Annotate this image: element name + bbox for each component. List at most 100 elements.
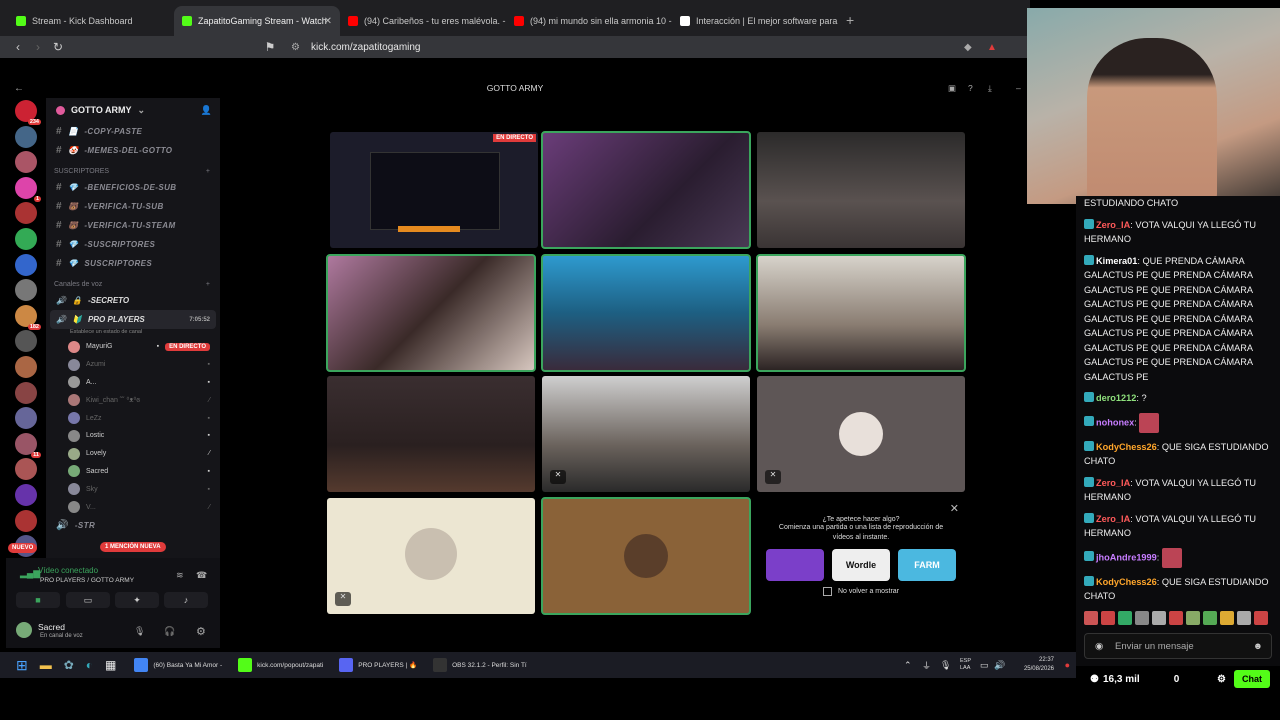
network-icon[interactable]: ▭ — [980, 660, 989, 671]
emote-icon[interactable] — [1237, 611, 1251, 625]
channel-item[interactable]: 🔊 -STR — [46, 516, 220, 535]
emote-icon[interactable] — [1084, 611, 1098, 625]
emote-icon[interactable] — [1135, 611, 1149, 625]
browser-tab[interactable]: Stream - Kick Dashboard — [8, 6, 174, 36]
mic-icon[interactable]: 🎙 — [134, 626, 145, 637]
server-icon[interactable] — [15, 355, 37, 378]
browser-tab[interactable]: ZapatitoGaming Stream - Watch ✕ — [174, 6, 340, 36]
server-icon[interactable]: 1 — [15, 176, 41, 202]
server-icon[interactable] — [15, 407, 37, 430]
voice-user[interactable]: V... ⁄ — [46, 498, 220, 516]
checkbox[interactable] — [822, 587, 832, 596]
video-tile-avatar[interactable] — [541, 497, 751, 615]
server-icon[interactable] — [15, 227, 37, 250]
settings-icon[interactable]: ⚙ — [196, 625, 206, 638]
video-tile[interactable] — [757, 132, 965, 248]
voice-user[interactable]: Kiwi_chan ˜˘ ⁰ᴥ⁰ɞ ⁄ — [46, 391, 220, 409]
channel-item[interactable]: # 🐻 -VERIFICA-TU-SUB — [46, 197, 220, 216]
emote-icon[interactable] — [1220, 611, 1234, 625]
server-icon[interactable]: 234 — [15, 100, 41, 125]
server-icon[interactable] — [15, 381, 37, 404]
channel-item[interactable]: # 🤡 -MEMES-DEL-GOTTO — [46, 141, 220, 160]
server-icon[interactable] — [15, 125, 37, 148]
video-tile-avatar[interactable]: ✕ — [327, 498, 535, 614]
channel-item[interactable]: # 💎 SUSCRIPTORES — [46, 254, 220, 273]
language-indicator[interactable]: ESP LAA — [960, 658, 971, 672]
activity-tile[interactable]: FARM — [898, 549, 956, 581]
server-icon[interactable] — [15, 279, 37, 302]
server-icon[interactable]: 182 — [15, 304, 41, 330]
settings-icon[interactable]: ⚙ — [1217, 674, 1226, 685]
headphones-icon[interactable]: 🎧 — [164, 626, 175, 637]
store-icon[interactable]: ▦ — [105, 658, 116, 672]
edge-icon[interactable]: ◐ — [86, 658, 93, 672]
screen-share-button[interactable]: ▭ — [66, 592, 110, 608]
voice-user[interactable]: Lostic ▪ — [46, 427, 220, 445]
mention-badge[interactable]: 1 MENCIÓN NUEVA — [100, 542, 166, 552]
mic-tray-icon[interactable]: 🎙 — [940, 660, 951, 671]
chat-username[interactable]: Zero_IA — [1096, 220, 1130, 230]
taskbar-app[interactable]: PRO PLAYERS | 🔥 — [331, 652, 425, 678]
noise-suppression-icon[interactable]: ≋ — [176, 570, 184, 581]
tray-chevron-icon[interactable]: ⌃ — [904, 660, 912, 671]
emote-icon[interactable] — [1203, 611, 1217, 625]
chat-username[interactable]: dero1212 — [1096, 393, 1136, 403]
activity-tile[interactable] — [766, 549, 824, 581]
server-icon[interactable]: 11 — [15, 432, 41, 458]
soundboard-button[interactable]: ♪ — [164, 592, 208, 608]
emote-icon[interactable] — [1254, 611, 1268, 625]
voice-user[interactable]: A... ▪ — [46, 374, 220, 392]
back-icon[interactable]: ‹ — [8, 40, 28, 54]
server-icon[interactable] — [15, 483, 37, 506]
voice-channel[interactable]: 🔊 🔒 -SECRETO — [46, 291, 220, 310]
emote-icon[interactable] — [1169, 611, 1183, 625]
voice-user[interactable]: Sacred ▪ — [46, 463, 220, 481]
inbox-icon[interactable]: ▣ — [948, 83, 956, 94]
video-tile[interactable] — [541, 254, 751, 372]
emote-icon[interactable] — [1152, 611, 1166, 625]
server-icon[interactable] — [15, 202, 37, 225]
video-tile-avatar[interactable]: ✕ — [757, 376, 965, 492]
chat-username[interactable]: Kimera01 — [1096, 256, 1137, 266]
chat-input[interactable]: ◉ Enviar un mensaje ☻ — [1084, 633, 1272, 659]
add-member-icon[interactable]: 👤 — [201, 105, 212, 116]
server-icon[interactable] — [15, 330, 37, 353]
brave-shield-icon[interactable]: ◆ — [964, 42, 972, 53]
clock[interactable]: 22:37 25/08/2026 — [1024, 656, 1054, 674]
activities-button[interactable]: ✦ — [115, 592, 159, 608]
video-tile[interactable] — [541, 131, 751, 249]
help-icon[interactable]: ? — [968, 83, 973, 93]
taskbar-app[interactable]: OBS 32.1.2 - Perfil: Sin Tí — [425, 652, 535, 678]
browser-tab[interactable]: Interacción | El mejor software para — [672, 6, 838, 36]
emote-icon[interactable] — [1101, 611, 1115, 625]
voice-user[interactable]: Azumi ▪ — [46, 356, 220, 374]
video-tile[interactable] — [326, 254, 536, 372]
channel-item[interactable]: # 🐻 -VERIFICA-TU-STEAM — [46, 216, 220, 235]
reload-icon[interactable]: ↻ — [48, 40, 68, 54]
server-header[interactable]: GOTTO ARMY ⌄ 👤 — [46, 98, 220, 122]
voice-channel-active[interactable]: 🔊 🔰 PRO PLAYERS 7:05:52 — [50, 310, 216, 329]
forward-icon[interactable]: › — [28, 40, 48, 54]
camera-button[interactable]: ■ — [16, 592, 60, 608]
new-badge[interactable]: NUEVO — [8, 543, 38, 553]
promo-checkbox-row[interactable]: No volver a mostrar — [757, 587, 965, 596]
taskbar-app[interactable]: kick.com/popout/zapati — [230, 652, 331, 678]
url-field[interactable]: ⚙ kick.com/zapatitogaming — [285, 38, 945, 56]
close-icon[interactable]: ✕ — [324, 16, 332, 27]
chat-username[interactable]: jhoAndre1999 — [1096, 552, 1157, 562]
video-tile[interactable]: ✕ — [542, 376, 750, 492]
emote-icon[interactable] — [1186, 611, 1200, 625]
brave-rewards-icon[interactable]: ▲ — [987, 42, 997, 53]
server-icon[interactable] — [15, 151, 37, 174]
chat-username[interactable]: KodyChess26 — [1096, 442, 1157, 452]
minimize-icon[interactable]: – — [1016, 83, 1021, 93]
chat-username[interactable]: nohonex — [1096, 417, 1134, 427]
voice-channel-path[interactable]: PRO PLAYERS / GOTTO ARMY — [40, 577, 134, 584]
download-icon[interactable]: ⤓ — [988, 83, 992, 94]
channel-item[interactable]: # 📄 -COPY-PASTE — [46, 122, 220, 141]
new-tab-icon[interactable]: + — [846, 12, 854, 28]
activity-tile[interactable]: Wordle — [832, 549, 890, 581]
file-explorer-icon[interactable]: ▬ — [40, 658, 52, 672]
category-voice[interactable]: Canales de voz + — [46, 277, 220, 291]
copilot-icon[interactable]: ✿ — [64, 658, 74, 672]
